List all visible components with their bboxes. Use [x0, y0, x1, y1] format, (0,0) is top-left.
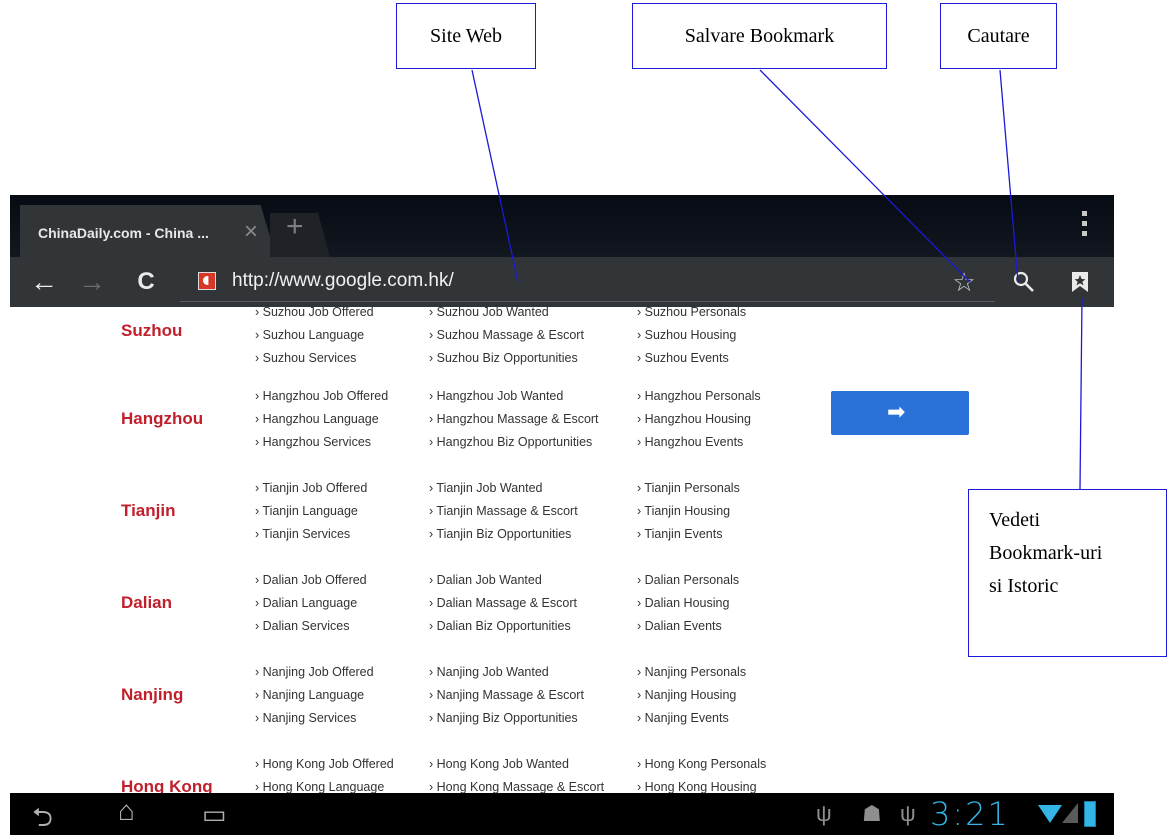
- callout-line-1: Vedeti: [989, 509, 1041, 531]
- leader-salvare-bookmark: [759, 69, 971, 283]
- leader-vedeti: [1079, 297, 1083, 490]
- callout-line-3: si Istoric: [989, 575, 1059, 597]
- leader-site-web: [471, 69, 519, 283]
- callout-line-2: Bookmark-uri: [989, 542, 1103, 564]
- callout-leader-lines: [471, 69, 1083, 490]
- leader-cautare: [999, 69, 1019, 283]
- callout-vedeti-bookmark-uri: Vedeti Bookmark-uri si Istoric: [968, 489, 1167, 657]
